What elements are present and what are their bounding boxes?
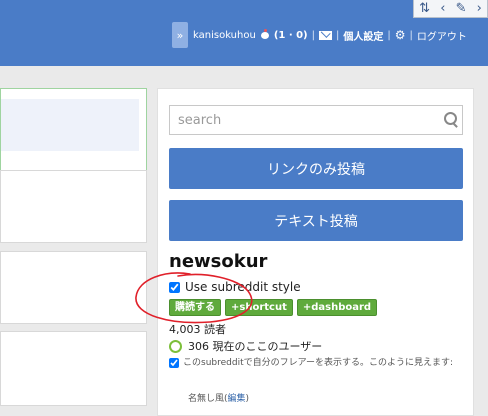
submit-text-button[interactable]: テキスト投稿 — [169, 200, 463, 241]
updown-arrows-icon[interactable]: ⇅ — [419, 1, 430, 16]
subreddit-title[interactable]: newsokur — [169, 251, 267, 272]
flair-edit-link[interactable]: 編集 — [228, 394, 246, 404]
use-style-label: Use subreddit style — [185, 280, 301, 294]
preferences-link[interactable]: 個人設定 — [343, 28, 383, 43]
flair-description: このsubredditで自分のフレアーを表示する。このように見えます: — [183, 358, 454, 368]
post-item[interactable] — [0, 88, 147, 175]
username-link[interactable]: kanisokuhou — [193, 30, 256, 41]
pencil-icon[interactable]: ✎ — [456, 1, 467, 16]
search-input[interactable] — [170, 106, 440, 134]
post-item[interactable] — [0, 170, 147, 243]
karma: (1 · 0) — [273, 29, 308, 41]
expand-tab[interactable]: » — [172, 22, 188, 48]
mail-icon[interactable] — [319, 30, 333, 40]
sidebar: リンクのみ投稿 テキスト投稿 newsokur Use subreddit st… — [157, 88, 474, 416]
use-style-checkbox[interactable] — [169, 281, 180, 293]
divider: | — [387, 29, 391, 41]
flair-preview: 名無し風(編集) — [188, 391, 249, 404]
dashboard-button[interactable]: +dashboard — [296, 299, 378, 316]
post-item[interactable] — [0, 331, 147, 406]
online-count: 306 現在のここのユーザー — [188, 340, 323, 353]
post-item[interactable] — [0, 251, 147, 324]
search-box — [169, 105, 463, 135]
chevron-left-icon[interactable]: ‹ — [440, 1, 445, 16]
snoo-icon — [259, 29, 271, 41]
flair-option: このsubredditで自分のフレアーを表示する。このように見えます: — [169, 357, 465, 370]
flair-name: 名無し風 — [188, 394, 225, 404]
post-content — [1, 99, 139, 151]
subscribe-button[interactable]: 購読する — [169, 299, 221, 316]
logout-link[interactable]: ログアウト — [417, 28, 467, 43]
online-users: 306 現在のここのユーザー — [169, 338, 322, 354]
submit-link-button[interactable]: リンクのみ投稿 — [169, 148, 463, 189]
divider: | — [409, 29, 413, 41]
online-dot-icon — [169, 339, 182, 353]
toolbox: ⇅ ‹ ✎ › — [413, 0, 488, 18]
flair-paren-close: ) — [245, 394, 250, 404]
subscription-buttons: 購読する +shortcut +dashboard — [169, 299, 378, 316]
divider: | — [311, 29, 316, 41]
use-style-option: Use subreddit style — [169, 280, 301, 294]
search-icon[interactable] — [440, 109, 462, 131]
divider: | — [336, 29, 340, 41]
reader-count: 4,003 読者 — [169, 323, 226, 336]
shortcut-button[interactable]: +shortcut — [225, 299, 293, 316]
flair-checkbox[interactable] — [169, 358, 179, 368]
gear-icon[interactable]: ⚙ — [395, 28, 406, 42]
chevron-right-icon[interactable]: › — [477, 1, 482, 16]
user-info: » kanisokuhou (1 · 0) | | 個人設定 | ⚙ | ログア… — [172, 22, 467, 48]
